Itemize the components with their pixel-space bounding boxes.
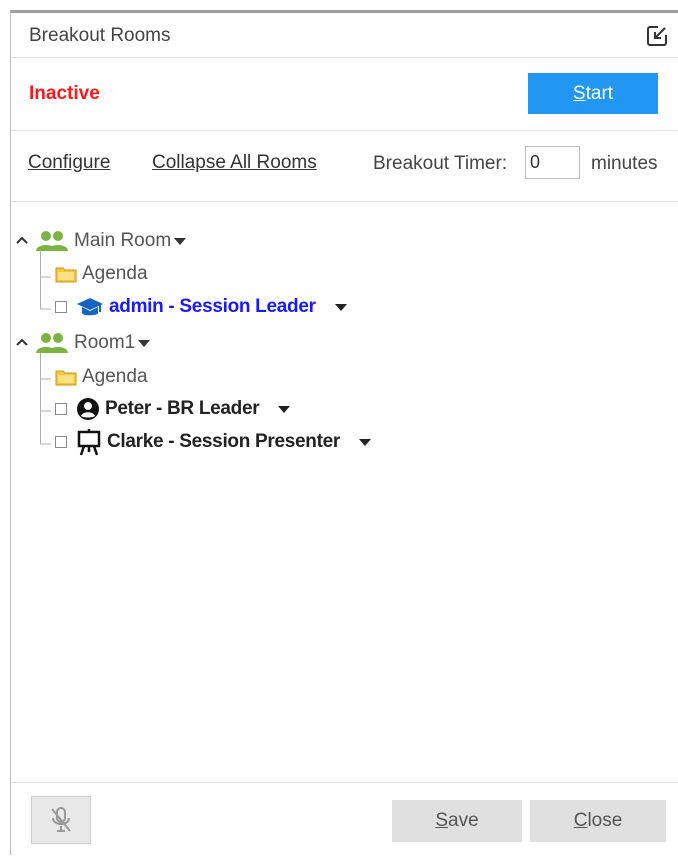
configure-link[interactable]: Configure bbox=[28, 152, 110, 174]
room-group-icon bbox=[36, 333, 68, 353]
room-row-main[interactable]: Main Room bbox=[15, 226, 187, 256]
user-row[interactable]: Clarke - Session Presenter bbox=[55, 427, 372, 457]
toolbar: Configure Collapse All Rooms Breakout Ti… bbox=[11, 131, 678, 202]
user-row[interactable]: Peter - BR Leader bbox=[55, 394, 291, 424]
user-row[interactable]: admin - Session Leader bbox=[55, 292, 348, 322]
folder-icon bbox=[55, 267, 77, 283]
rooms-tree: Main Room Agenda admin - Session Leader bbox=[11, 202, 678, 782]
user-menu-caret-icon[interactable] bbox=[358, 437, 372, 447]
status-row: Inactive Start bbox=[11, 58, 678, 131]
collapse-all-rooms-link[interactable]: Collapse All Rooms bbox=[152, 152, 317, 174]
presenter-easel-icon bbox=[77, 429, 101, 456]
room-name: Main Room bbox=[74, 230, 172, 251]
mute-all-button[interactable] bbox=[31, 796, 91, 844]
user-menu-caret-icon[interactable] bbox=[277, 404, 291, 414]
room-row-room1[interactable]: Room1 bbox=[15, 328, 151, 358]
breakout-timer-input[interactable] bbox=[525, 146, 580, 179]
user-label: Peter - BR Leader bbox=[105, 398, 260, 419]
room-name: Room1 bbox=[74, 332, 136, 353]
agenda-row[interactable]: Agenda bbox=[55, 259, 148, 289]
minutes-label: minutes bbox=[591, 153, 658, 174]
footer: Save Close bbox=[11, 782, 678, 858]
user-label: Clarke - Session Presenter bbox=[107, 431, 340, 452]
user-label: admin - Session Leader bbox=[109, 296, 316, 317]
save-button[interactable]: Save bbox=[392, 800, 522, 842]
user-checkbox[interactable] bbox=[55, 301, 67, 313]
title-bar: Breakout Rooms bbox=[11, 13, 678, 58]
room-menu-caret-icon[interactable] bbox=[137, 338, 151, 348]
panel-title: Breakout Rooms bbox=[29, 25, 171, 46]
graduation-cap-icon bbox=[77, 298, 103, 316]
user-menu-caret-icon[interactable] bbox=[334, 302, 348, 312]
agenda-label: Agenda bbox=[82, 366, 148, 387]
popout-icon[interactable] bbox=[646, 25, 668, 47]
start-button[interactable]: Start bbox=[528, 73, 658, 114]
agenda-row[interactable]: Agenda bbox=[55, 362, 148, 392]
room-group-icon bbox=[36, 231, 68, 251]
status-label: Inactive bbox=[29, 83, 100, 104]
close-button[interactable]: Close bbox=[530, 800, 666, 842]
collapse-caret-icon[interactable] bbox=[15, 336, 29, 350]
user-checkbox[interactable] bbox=[55, 436, 67, 448]
collapse-caret-icon[interactable] bbox=[15, 234, 29, 248]
user-checkbox[interactable] bbox=[55, 403, 67, 415]
folder-icon bbox=[55, 370, 77, 386]
breakout-rooms-panel: Breakout Rooms Inactive Start Configure … bbox=[10, 10, 678, 855]
person-circle-icon bbox=[77, 398, 99, 420]
mic-off-icon bbox=[51, 807, 71, 832]
agenda-label: Agenda bbox=[82, 263, 148, 284]
room-menu-caret-icon[interactable] bbox=[173, 236, 187, 246]
breakout-timer-label: Breakout Timer: bbox=[373, 153, 508, 174]
